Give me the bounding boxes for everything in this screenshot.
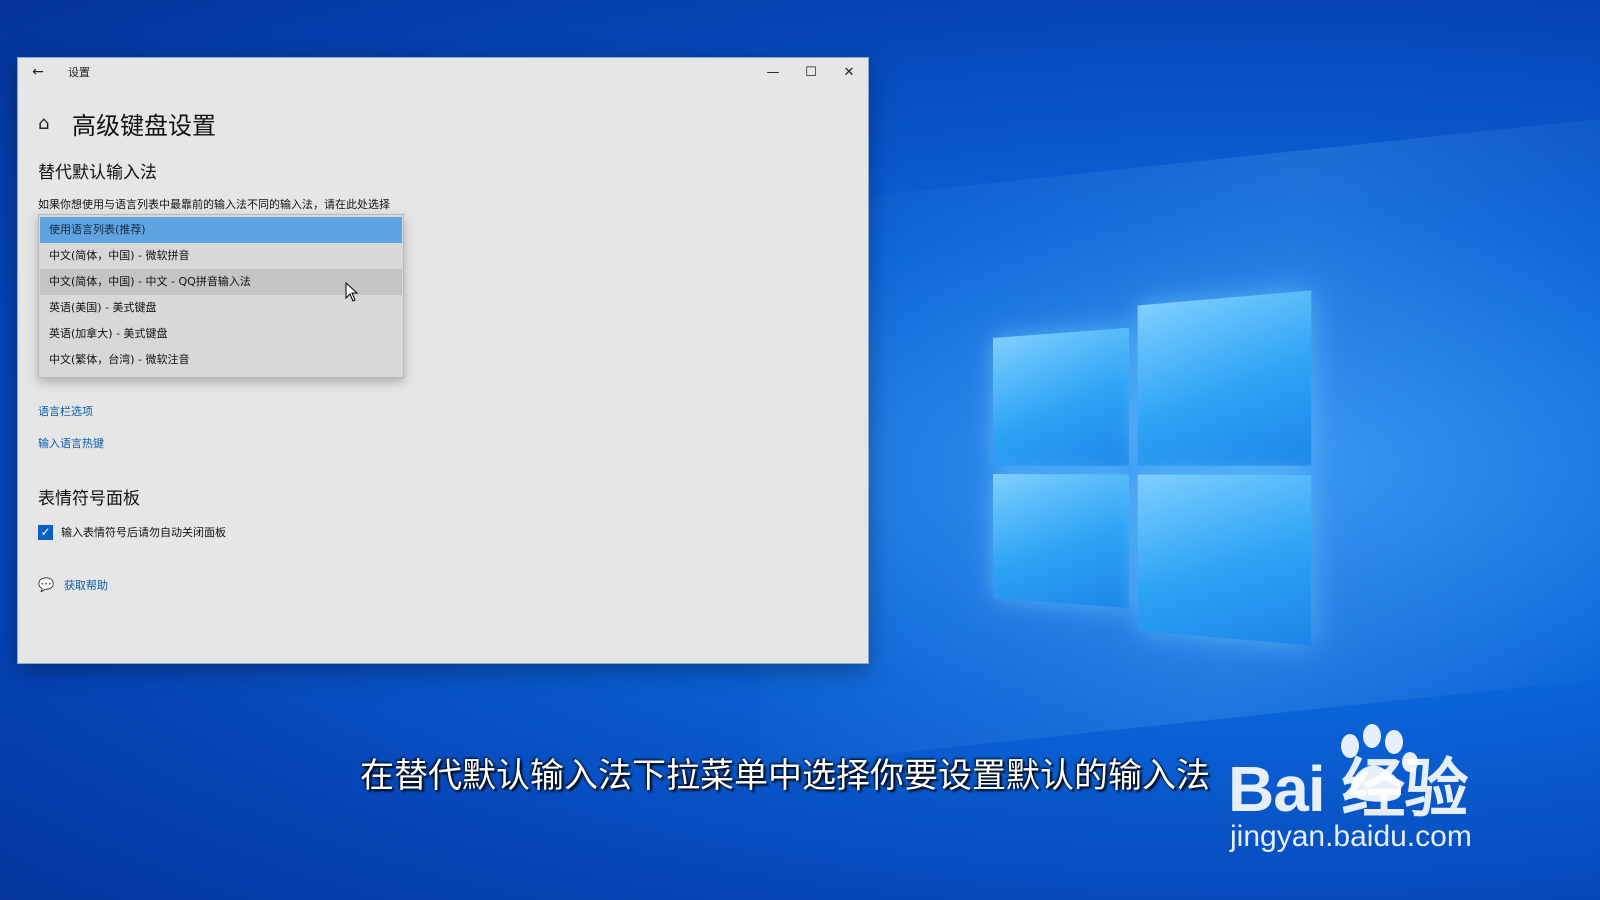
mouse-cursor-icon — [345, 282, 359, 302]
section-heading-ime: 替代默认输入法 — [38, 163, 157, 183]
get-help: 💬 获取帮助 — [38, 577, 108, 593]
baidu-jingyan-watermark: Bai 经验 — [1228, 753, 1468, 825]
input-language-hotkeys-link[interactable]: 输入语言热键 — [38, 435, 104, 451]
title-bar: ← 设置 — ☐ ✕ — [18, 58, 868, 86]
settings-window: ← 设置 — ☐ ✕ ⌂ 高级键盘设置 替代默认输入法 如果你想使用与语言列表中… — [18, 58, 868, 663]
watermark-url: jingyan.baidu.com — [1230, 820, 1472, 853]
checkbox-checked-icon[interactable]: ✓ — [38, 524, 53, 540]
page-header: ⌂ 高级键盘设置 — [38, 106, 216, 141]
home-icon[interactable]: ⌂ — [38, 113, 72, 134]
dropdown-option[interactable]: 中文(繁体，台湾) - 微软注音 — [40, 347, 402, 373]
minimize-button[interactable]: — — [754, 58, 792, 86]
chat-help-icon: 💬 — [38, 577, 55, 593]
ime-description: 如果你想使用与语言列表中最靠前的输入法不同的输入法，请在此处选择 — [38, 198, 390, 211]
window-title: 设置 — [68, 66, 90, 79]
video-caption: 在替代默认输入法下拉菜单中选择你要设置默认的输入法 — [360, 756, 1210, 796]
maximize-button[interactable]: ☐ — [792, 58, 830, 86]
windows-logo — [993, 290, 1312, 646]
emoji-panel-checkbox-row: ✓ 输入表情符号后请勿自动关闭面板 — [38, 524, 226, 540]
dropdown-option[interactable]: 使用语言列表(推荐) — [40, 217, 402, 243]
checkbox-label: 输入表情符号后请勿自动关闭面板 — [61, 526, 226, 539]
close-button[interactable]: ✕ — [830, 58, 868, 86]
get-help-link[interactable]: 获取帮助 — [64, 577, 108, 593]
dropdown-option[interactable]: 中文(简体，中国) - 微软拼音 — [40, 243, 402, 269]
language-bar-options-link[interactable]: 语言栏选项 — [38, 403, 93, 419]
page-title: 高级键盘设置 — [72, 112, 216, 140]
dropdown-option[interactable]: 英语(加拿大) - 美式键盘 — [40, 321, 402, 347]
back-arrow-icon[interactable]: ← — [18, 64, 58, 80]
section-heading-emoji: 表情符号面板 — [38, 489, 140, 509]
